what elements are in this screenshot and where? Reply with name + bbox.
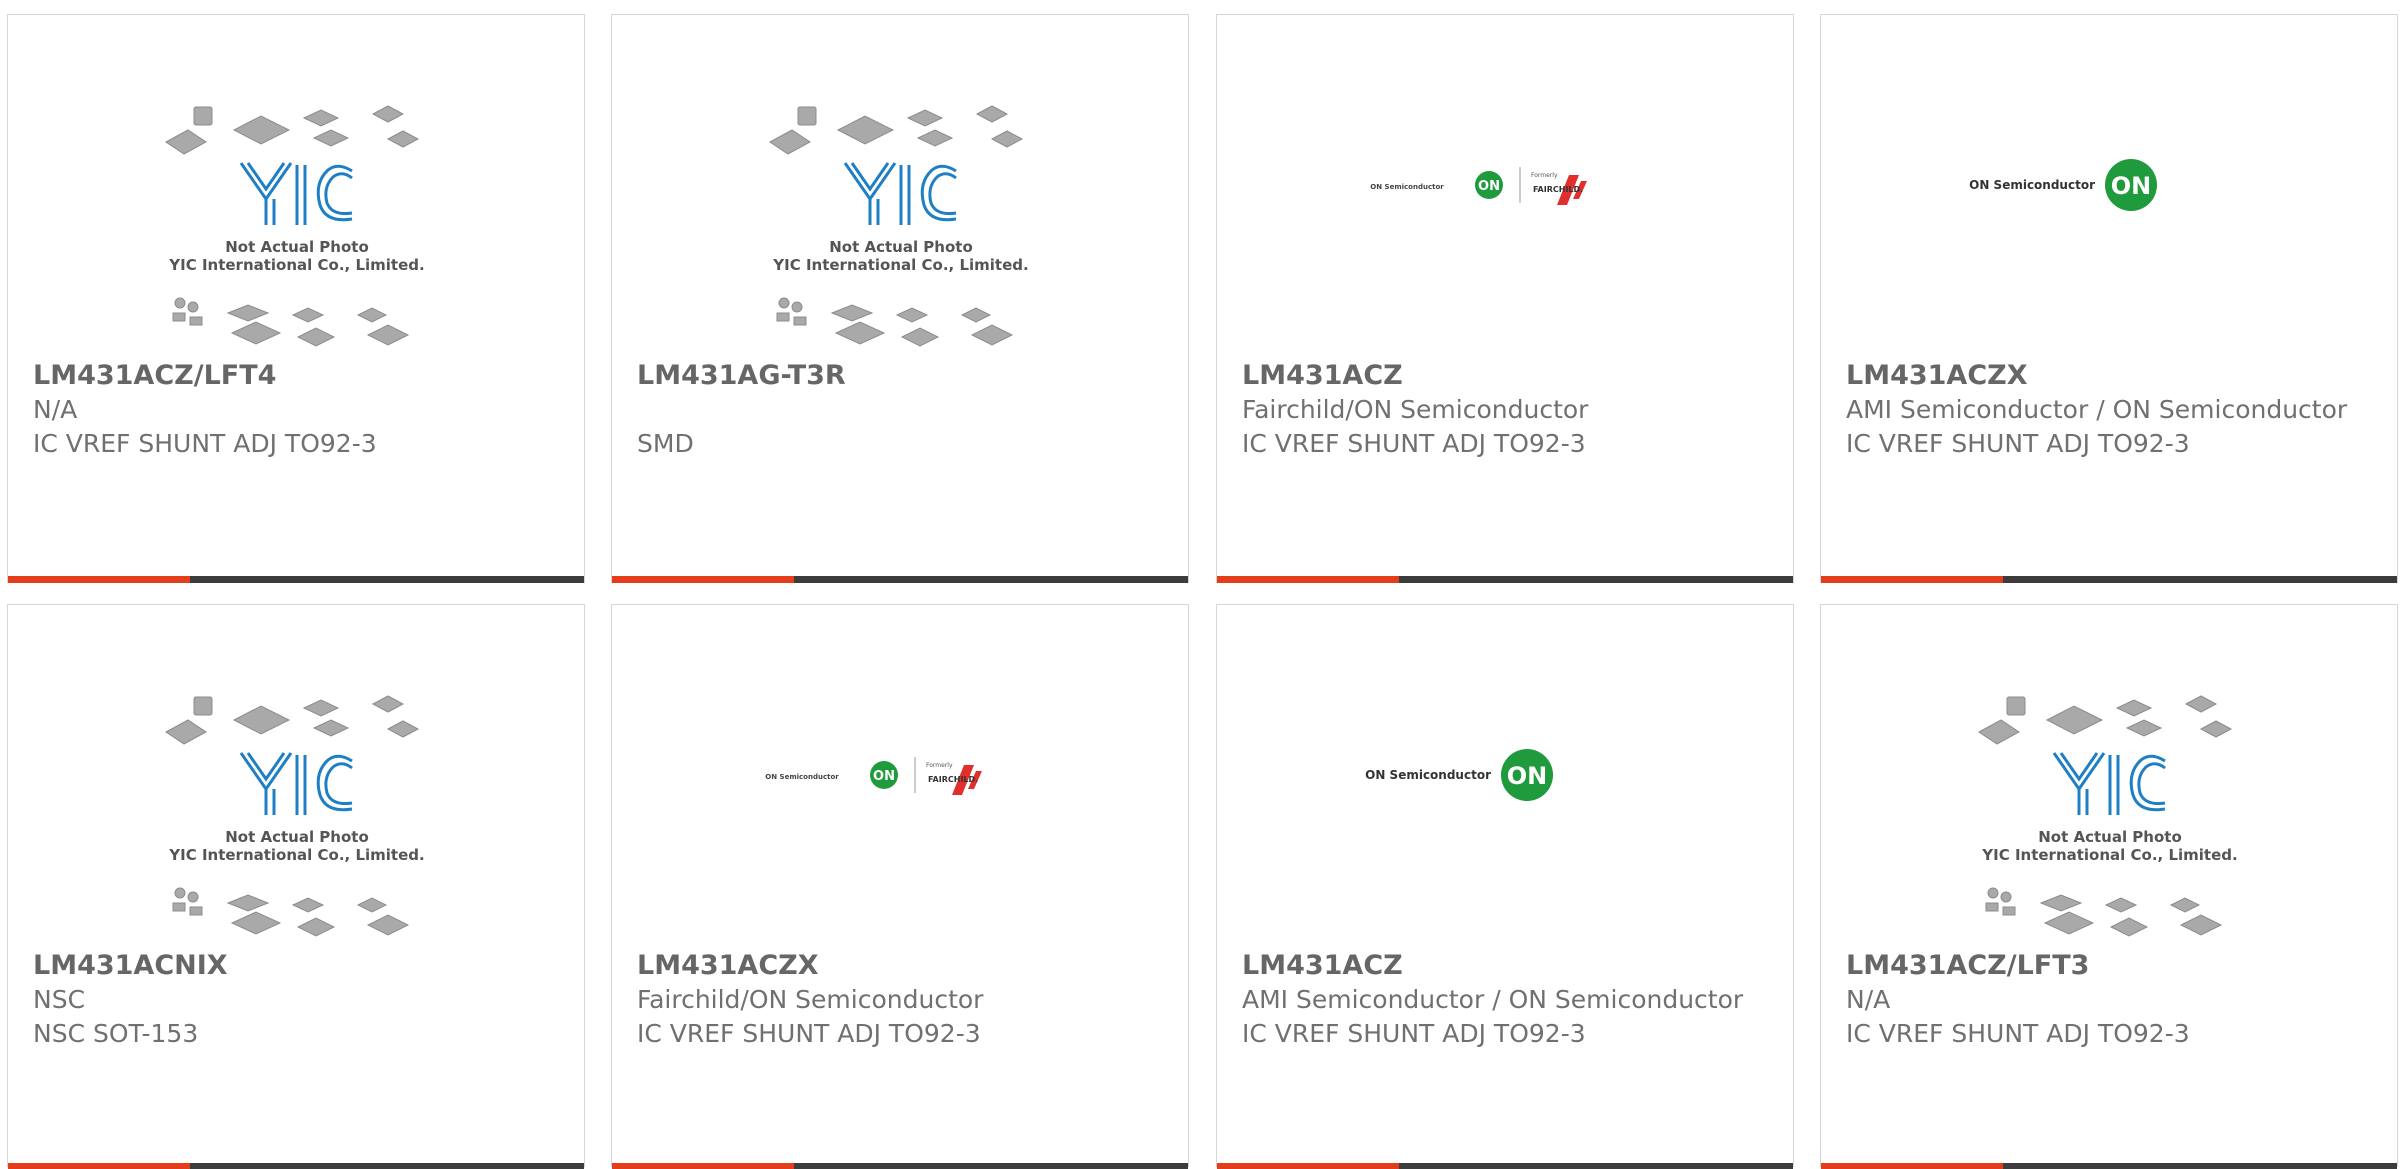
card-bottom-bar (1821, 1163, 2397, 1169)
product-image[interactable]: Not Actual Photo YIC International Co., … (1821, 605, 2397, 945)
yic-placeholder-image: Not Actual Photo YIC International Co., … (769, 105, 1029, 347)
part-number[interactable]: LM431ACZ/LFT4 (33, 359, 568, 393)
svg-text:ON Semiconductor: ON Semiconductor (1370, 183, 1444, 191)
yic-company-text: YIC International Co., Limited. (1981, 846, 2237, 864)
description: IC VREF SHUNT ADJ TO92-3 (1242, 429, 1586, 458)
card-accent-bar (612, 576, 794, 583)
svg-text:ON: ON (2111, 172, 2152, 200)
card-bottom-bar (8, 576, 584, 583)
on-fairchild-logo: ON Semiconductor ON Formerly FAIRCHILD. (765, 757, 982, 795)
product-card[interactable]: Not Actual Photo YIC International Co., … (7, 14, 585, 583)
product-image[interactable]: Not Actual Photo YIC International Co., … (8, 605, 584, 945)
yic-placeholder-image: Not Actual Photo YIC International Co., … (165, 105, 425, 347)
not-actual-photo-text: Not Actual Photo (225, 238, 369, 256)
card-accent-bar (1821, 1163, 2003, 1169)
description: IC VREF SHUNT ADJ TO92-3 (1242, 1019, 1586, 1048)
manufacturer: Fairchild/ON Semiconductor (1242, 395, 1589, 424)
manufacturer: N/A (33, 395, 78, 424)
yic-company-text: YIC International Co., Limited. (168, 846, 424, 864)
product-image[interactable]: Not Actual Photo YIC International Co., … (8, 15, 584, 355)
card-accent-bar (8, 1163, 190, 1169)
svg-text:FAIRCHILD.: FAIRCHILD. (1533, 185, 1583, 194)
not-actual-photo-text: Not Actual Photo (2038, 828, 2182, 846)
manufacturer: Fairchild/ON Semiconductor (637, 985, 984, 1014)
description: IC VREF SHUNT ADJ TO92-3 (1846, 1019, 2190, 1048)
svg-text:Formerly: Formerly (1531, 172, 1558, 179)
part-number[interactable]: LM431ACZX (1846, 359, 2381, 393)
product-card[interactable]: ON Semiconductor ON Formerly FAIRCHILD. … (1216, 14, 1794, 583)
on-semiconductor-logo: ON Semiconductor ON (1365, 749, 1553, 801)
card-bottom-bar (612, 576, 1188, 583)
svg-text:ON: ON (873, 769, 895, 784)
svg-text:ON: ON (1507, 762, 1548, 790)
manufacturer: N/A (1846, 985, 1891, 1014)
card-accent-bar (8, 576, 190, 583)
svg-text:ON: ON (1478, 179, 1500, 194)
product-card[interactable]: ON Semiconductor ON LM431ACZ AMI Semicon… (1216, 604, 1794, 1169)
card-bottom-bar (1821, 576, 2397, 583)
part-number[interactable]: LM431ACZ (1242, 949, 1777, 983)
card-bottom-bar (8, 1163, 584, 1169)
manufacturer: AMI Semiconductor / ON Semiconductor (1846, 395, 2348, 424)
card-accent-bar (1217, 1163, 1399, 1169)
product-image[interactable]: ON Semiconductor ON Formerly FAIRCHILD. (1217, 15, 1793, 355)
yic-placeholder-image: Not Actual Photo YIC International Co., … (165, 695, 425, 937)
manufacturer: NSC (33, 985, 86, 1014)
svg-text:ON Semiconductor: ON Semiconductor (1365, 768, 1491, 782)
product-card[interactable]: Not Actual Photo YIC International Co., … (611, 14, 1189, 583)
part-number[interactable]: LM431ACZ/LFT3 (1846, 949, 2381, 983)
yic-placeholder-image: Not Actual Photo YIC International Co., … (1978, 695, 2238, 937)
product-card[interactable]: ON Semiconductor ON LM431ACZX AMI Semico… (1820, 14, 2398, 583)
product-image[interactable]: ON Semiconductor ON (1821, 15, 2397, 355)
manufacturer (637, 393, 1172, 427)
part-number[interactable]: LM431ACNIX (33, 949, 568, 983)
svg-text:ON Semiconductor: ON Semiconductor (765, 773, 839, 781)
description: SMD (637, 429, 694, 458)
card-bottom-bar (612, 1163, 1188, 1169)
description: IC VREF SHUNT ADJ TO92-3 (33, 429, 377, 458)
yic-company-text: YIC International Co., Limited. (168, 256, 424, 274)
card-accent-bar (1821, 576, 2003, 583)
svg-text:Formerly: Formerly (926, 762, 953, 769)
on-fairchild-logo: ON Semiconductor ON Formerly FAIRCHILD. (1370, 167, 1587, 205)
description: IC VREF SHUNT ADJ TO92-3 (637, 1019, 981, 1048)
description: NSC SOT-153 (33, 1019, 199, 1048)
product-image[interactable]: ON Semiconductor ON Formerly FAIRCHILD. (612, 605, 1188, 945)
card-accent-bar (612, 1163, 794, 1169)
description: IC VREF SHUNT ADJ TO92-3 (1846, 429, 2190, 458)
manufacturer: AMI Semiconductor / ON Semiconductor (1242, 985, 1744, 1014)
svg-text:ON Semiconductor: ON Semiconductor (1969, 178, 2095, 192)
svg-text:FAIRCHILD.: FAIRCHILD. (928, 775, 978, 784)
part-number[interactable]: LM431ACZX (637, 949, 1172, 983)
card-bottom-bar (1217, 576, 1793, 583)
product-card[interactable]: Not Actual Photo YIC International Co., … (1820, 604, 2398, 1169)
product-card[interactable]: ON Semiconductor ON Formerly FAIRCHILD. … (611, 604, 1189, 1169)
product-image[interactable]: Not Actual Photo YIC International Co., … (612, 15, 1188, 355)
card-accent-bar (1217, 576, 1399, 583)
not-actual-photo-text: Not Actual Photo (829, 238, 973, 256)
product-image[interactable]: ON Semiconductor ON (1217, 605, 1793, 945)
part-number[interactable]: LM431AG-T3R (637, 359, 1172, 393)
card-bottom-bar (1217, 1163, 1793, 1169)
on-semiconductor-logo: ON Semiconductor ON (1969, 159, 2157, 211)
yic-company-text: YIC International Co., Limited. (772, 256, 1028, 274)
not-actual-photo-text: Not Actual Photo (225, 828, 369, 846)
part-number[interactable]: LM431ACZ (1242, 359, 1777, 393)
product-card[interactable]: Not Actual Photo YIC International Co., … (7, 604, 585, 1169)
